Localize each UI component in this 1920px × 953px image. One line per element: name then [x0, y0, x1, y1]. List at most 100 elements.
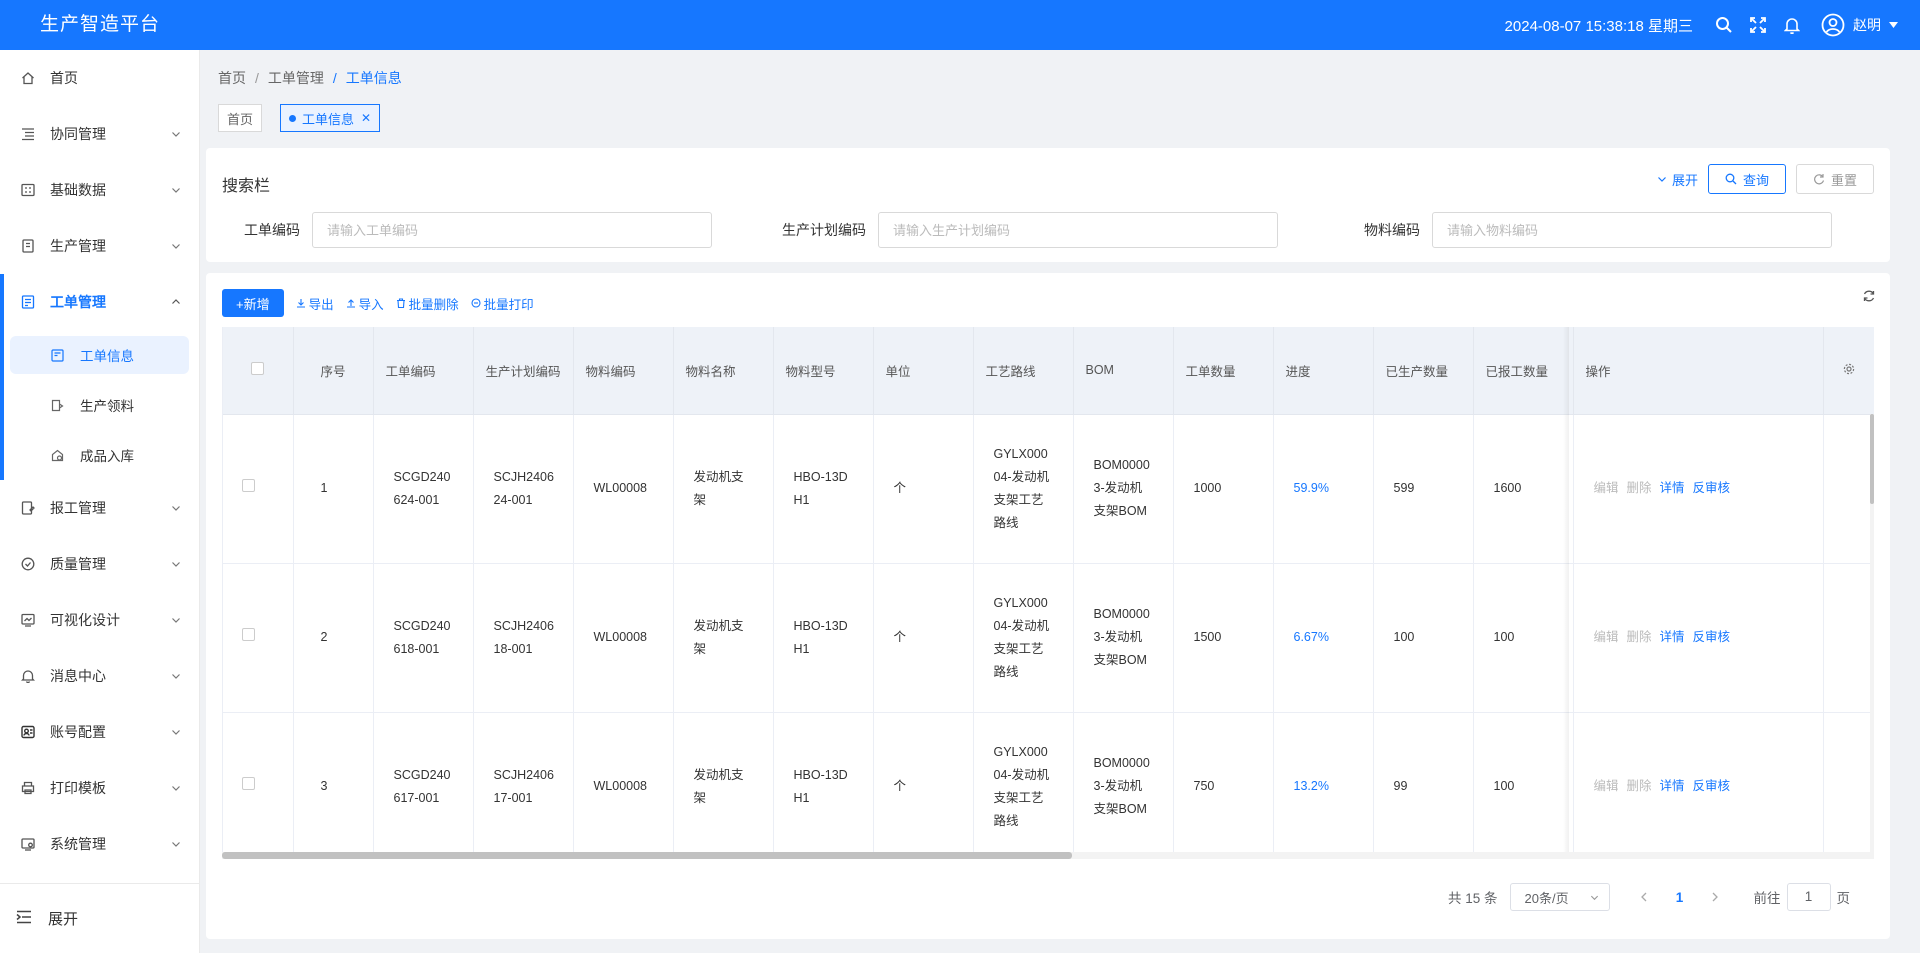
cell-mat-model: HBO-13DH1 — [773, 563, 874, 713]
expand-button[interactable]: 展开 — [1657, 170, 1698, 189]
search-icon[interactable] — [1707, 0, 1741, 50]
sidebar-item-print-template[interactable]: 打印模板 — [0, 760, 199, 816]
pagination: 共 15 条 20条/页 1 前往 1 页 — [1448, 883, 1850, 911]
sidebar-item-production[interactable]: 生产管理 — [0, 218, 199, 274]
row-select-cell — [223, 563, 294, 713]
cell-no: 3 — [293, 712, 374, 859]
chevron-down-icon — [172, 730, 180, 735]
chevron-down-icon — [1590, 895, 1598, 900]
sidebar-item-home[interactable]: 首页 — [0, 50, 199, 106]
cell-unit: 个 — [873, 563, 974, 713]
field-label: 生产计划编码 — [782, 222, 866, 238]
row-checkbox[interactable] — [242, 628, 256, 641]
unaudit-button[interactable]: 反审核 — [1693, 481, 1731, 495]
sidebar-collapse-toggle[interactable]: 展开 — [0, 883, 199, 953]
sidebar-item-collab[interactable]: 协同管理 — [0, 106, 199, 162]
caret-down-icon — [1889, 22, 1898, 28]
goto-page-input[interactable]: 1 — [1786, 883, 1831, 911]
cell-mat-name: 发动机支架 — [673, 414, 774, 564]
cell-wo-code: SCGD240624-001 — [373, 414, 474, 564]
settings-icon — [20, 836, 36, 852]
row-checkbox[interactable] — [242, 479, 256, 492]
chevron-down-icon — [172, 618, 180, 623]
cell-progress: 13.2% — [1273, 712, 1374, 859]
batch-delete-button[interactable]: 批量删除 — [396, 294, 459, 313]
user-menu[interactable]: 赵明 — [1821, 13, 1898, 37]
row-checkbox[interactable] — [242, 777, 256, 790]
page-size-select[interactable]: 20条/页 — [1509, 883, 1610, 911]
cell-bom: BOM00003-发动机支架BOM — [1073, 414, 1174, 564]
sidebar-item-basic-data[interactable]: 基础数据 — [0, 162, 199, 218]
sidebar-item-label: 质量管理 — [50, 556, 106, 572]
detail-button[interactable]: 详情 — [1660, 481, 1685, 495]
select-all-cell — [223, 327, 294, 415]
work-order-code-input[interactable] — [312, 212, 712, 248]
cell-qty: 1500 — [1173, 563, 1274, 713]
breadcrumb-home[interactable]: 首页 — [218, 70, 246, 86]
unaudit-button[interactable]: 反审核 — [1693, 630, 1731, 644]
select-all-checkbox[interactable] — [251, 362, 265, 376]
horizontal-scrollbar[interactable] — [222, 852, 1874, 859]
sidebar-subitem-material-requisition[interactable]: 生产领料 — [0, 380, 199, 430]
col-header: 生产计划编码 — [473, 327, 574, 415]
chevron-right-icon — [1712, 892, 1718, 901]
col-header: BOM — [1073, 327, 1174, 415]
warehouse-icon — [50, 448, 64, 462]
sidebar-item-messages[interactable]: 消息中心 — [0, 648, 199, 704]
tab-work-order-info[interactable]: 工单信息 ✕ — [280, 104, 381, 132]
user-name: 赵明 — [1853, 17, 1881, 33]
reset-button[interactable]: 重置 — [1795, 164, 1874, 194]
cell-reported: 1600 — [1473, 414, 1574, 564]
sidebar-item-report[interactable]: 报工管理 — [0, 480, 199, 536]
page-number-current[interactable]: 1 — [1660, 890, 1700, 905]
field-label: 物料编码 — [1364, 222, 1420, 238]
cell-route: GYLX00004-发动机支架工艺路线 — [973, 712, 1074, 859]
sidebar-item-label: 打印模板 — [50, 780, 106, 796]
sidebar-subitem-label: 成品入库 — [80, 449, 134, 464]
fullscreen-icon[interactable] — [1741, 0, 1775, 50]
table-panel: +新增 导出 导入 批量删除 批量打印 序号 工单编码 生产计划编码 物料编码 … — [206, 273, 1890, 939]
edit-button: 编辑 — [1593, 630, 1619, 644]
import-label: 导入 — [358, 297, 384, 312]
export-button[interactable]: 导出 — [296, 294, 334, 313]
prev-page-button[interactable] — [1630, 890, 1660, 905]
detail-button[interactable]: 详情 — [1660, 779, 1685, 793]
material-code-input[interactable] — [1432, 212, 1832, 248]
import-button[interactable]: 导入 — [346, 294, 384, 313]
cell-bom: BOM00003-发动机支架BOM — [1073, 563, 1174, 713]
next-page-button[interactable] — [1700, 890, 1730, 905]
work-order-code-field: 工单编码 — [244, 212, 712, 248]
close-icon[interactable]: ✕ — [361, 111, 371, 125]
bell-icon[interactable] — [1775, 0, 1809, 50]
sidebar-subitem-work-order-info[interactable]: 工单信息 — [10, 336, 189, 374]
query-button[interactable]: 查询 — [1707, 164, 1786, 194]
unaudit-button[interactable]: 反审核 — [1693, 779, 1731, 793]
sidebar-item-account[interactable]: 账号配置 — [0, 704, 199, 760]
cell-wo-code: SCGD240617-001 — [373, 712, 474, 859]
cell-empty — [1823, 563, 1874, 713]
horizontal-scroll-thumb[interactable] — [222, 852, 1072, 859]
plan-code-input[interactable] — [878, 212, 1278, 248]
sidebar-item-system[interactable]: 系统管理 — [0, 816, 199, 872]
sidebar-item-visual-design[interactable]: 可视化设计 — [0, 592, 199, 648]
refresh-icon[interactable] — [1862, 289, 1876, 306]
tab-home[interactable]: 首页 — [218, 104, 263, 132]
sidebar-item-work-order[interactable]: 工单管理 — [0, 274, 199, 330]
search-actions: 展开 查询 重置 — [1657, 164, 1874, 194]
cell-produced: 100 — [1373, 563, 1474, 713]
sidebar: 首页 协同管理 基础数据 生产管理 工单管理 工单信息 生产领料 成品入库 报工… — [0, 50, 200, 953]
vertical-scrollbar[interactable] — [1870, 414, 1874, 859]
account-icon — [20, 724, 36, 740]
batch-print-button[interactable]: 批量打印 — [471, 294, 534, 313]
chart-icon — [20, 612, 36, 628]
sidebar-item-quality[interactable]: 质量管理 — [0, 536, 199, 592]
detail-button[interactable]: 详情 — [1660, 630, 1685, 644]
add-button[interactable]: +新增 — [222, 289, 284, 317]
vertical-scroll-thumb[interactable] — [1870, 414, 1874, 504]
cell-reported: 100 — [1473, 563, 1574, 713]
active-dot — [289, 114, 297, 122]
sidebar-subitem-finished-goods[interactable]: 成品入库 — [0, 430, 199, 480]
breadcrumb-work-order-mgmt[interactable]: 工单管理 — [268, 70, 324, 86]
gear-icon[interactable] — [1843, 363, 1855, 378]
breadcrumb-current: 工单信息 — [345, 70, 402, 86]
